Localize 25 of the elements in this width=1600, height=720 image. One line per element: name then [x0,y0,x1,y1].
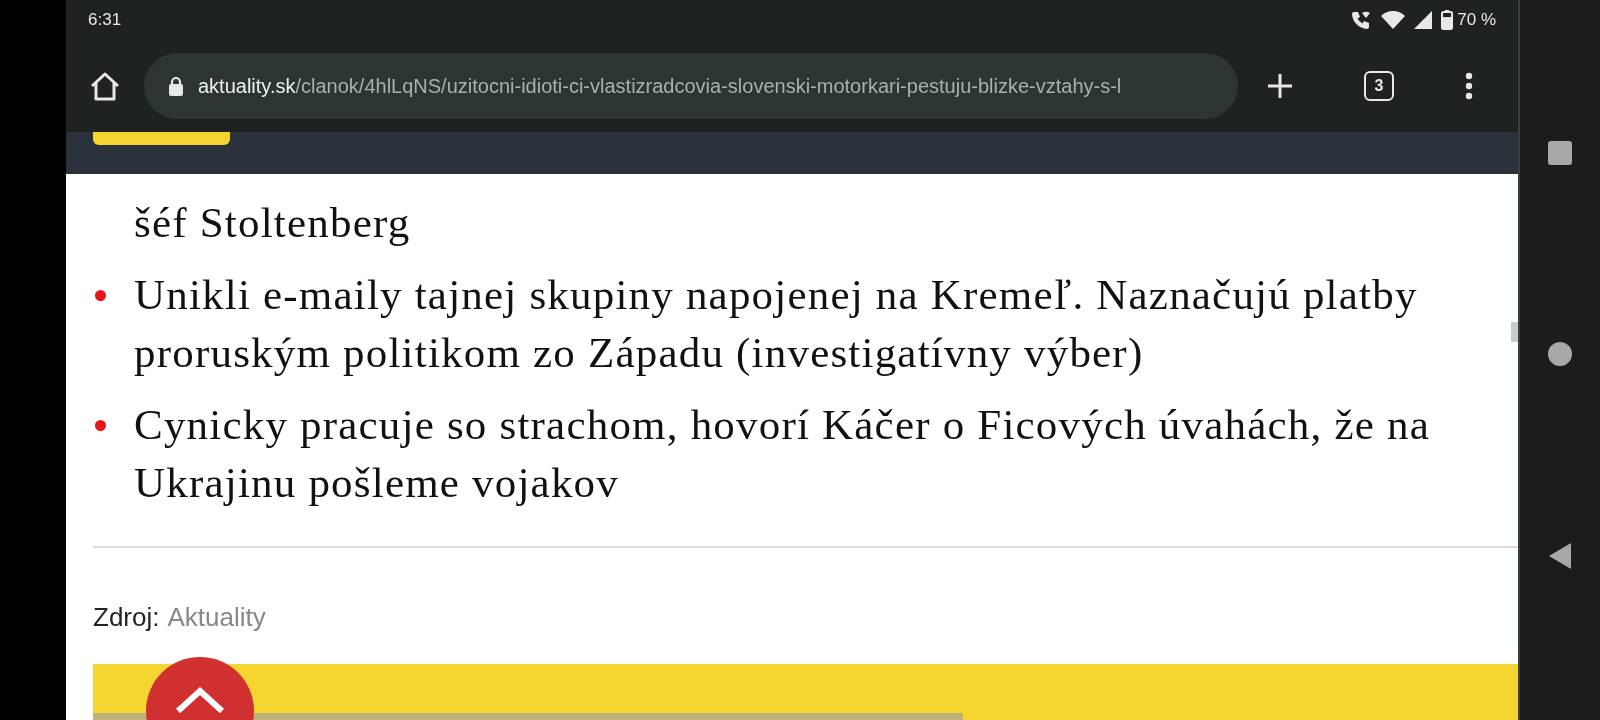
recents-button[interactable] [1547,140,1573,166]
article-link[interactable]: Cynicky pracuje so strachom, hovorí Káčer o Ficových úvahách, že na Ukrajinu pošleme vojakov [134,396,1464,512]
back-button[interactable] [1548,542,1572,570]
plus-icon [1267,73,1294,99]
source-link[interactable]: Aktuality [167,598,266,637]
signal-icon [1413,10,1434,30]
menu-button[interactable] [1464,72,1473,100]
battery-percent: 70 % [1457,9,1496,32]
wifi-icon [1381,10,1406,30]
article-link[interactable]: Unikli e-maily tajnej skupiny napojenej na Kremeľ. Naznačujú platby proruským politikom zo Západu (investigatívny výber) [134,266,1464,382]
battery-icon [1441,10,1454,30]
source-label: Zdroj: [93,601,160,634]
lock-icon [168,76,184,96]
home-icon [89,71,121,101]
new-tab-button[interactable] [1267,73,1294,99]
menu-icon [1464,72,1473,100]
article-link[interactable]: šéf Stoltenberg [134,194,411,252]
scrollbar-thumb[interactable] [1511,322,1518,342]
address-bar[interactable]: aktuality.sk/clanok/4hlLqNS/uzitocni-idioti-ci-vlastizradcovia-slovenski-motorkari-pestuju-blizke-vztahy-s-l [144,53,1238,119]
chevron-up-icon [175,687,225,713]
home-nav-button[interactable] [1547,341,1573,367]
status-time: 6:31 [88,9,122,32]
tab-switcher-button[interactable]: 3 [1364,71,1394,101]
bullet-dot [95,290,106,301]
bullet-dot [95,420,106,431]
